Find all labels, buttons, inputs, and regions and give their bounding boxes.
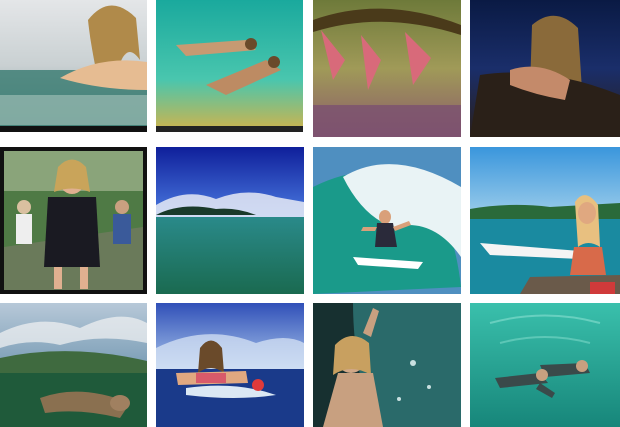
photo-tile[interactable] — [0, 0, 147, 132]
photo-tile[interactable] — [0, 147, 147, 294]
photo-tile[interactable] — [313, 147, 461, 294]
photo-tile[interactable] — [0, 303, 147, 427]
photo-grid — [0, 0, 620, 427]
photo-tile[interactable] — [156, 147, 304, 294]
photo-tile[interactable] — [313, 0, 461, 137]
photo-tile[interactable] — [313, 303, 461, 427]
photo-tile[interactable] — [470, 0, 620, 137]
photo-tile[interactable] — [470, 303, 620, 427]
photo-tile[interactable] — [470, 147, 620, 294]
photo-tile[interactable] — [156, 0, 303, 132]
photo-tile[interactable] — [156, 303, 304, 427]
